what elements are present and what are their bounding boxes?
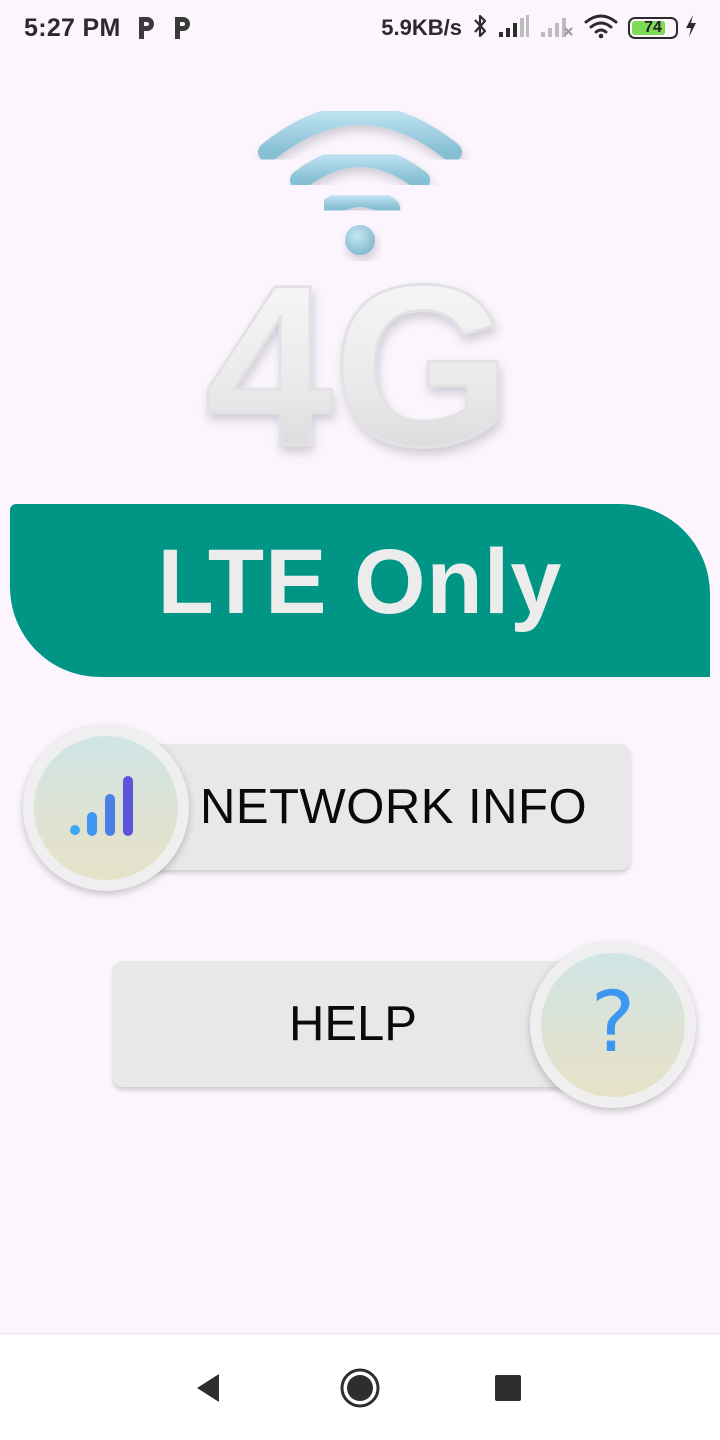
help-icon-button[interactable]: ? [530,942,696,1108]
battery-level: 74 [644,19,662,36]
battery-icon: 74 [628,17,678,39]
wifi-icon [584,13,618,44]
network-info-icon-button[interactable] [23,725,189,891]
home-icon[interactable] [336,1364,384,1412]
help-label: HELP [288,997,417,1051]
charging-bolt-icon [684,14,698,43]
signal-bars-icon [69,774,143,843]
status-bar: 5:27 PM 5.9KB/s 74 [0,0,720,56]
cell-signal-icon [498,14,530,43]
signal-icon-bg [34,736,178,880]
recents-icon[interactable] [484,1364,532,1412]
cell-signal-no-service-icon [540,14,574,43]
status-time: 5:27 PM [24,13,121,42]
back-icon[interactable] [184,1364,232,1412]
p-app-notification-icon [135,15,157,41]
banner-title: LTE Only [157,531,563,633]
p-app-notification-icon [171,15,193,41]
status-left: 5:27 PM [24,14,193,43]
status-right: 5.9KB/s 74 [381,13,698,44]
hero-4g-text: 4G [205,237,512,470]
help-icon-bg: ? [541,953,685,1097]
network-info-label: NETWORK INFO [200,780,588,834]
network-speed: 5.9KB/s [381,15,462,40]
lte-only-banner: LTE Only [10,504,710,677]
bluetooth-icon [472,13,488,44]
question-mark-icon: ? [590,973,636,1071]
navigation-bar [0,1333,720,1440]
wifi-4g-logo: 4G [170,100,550,496]
